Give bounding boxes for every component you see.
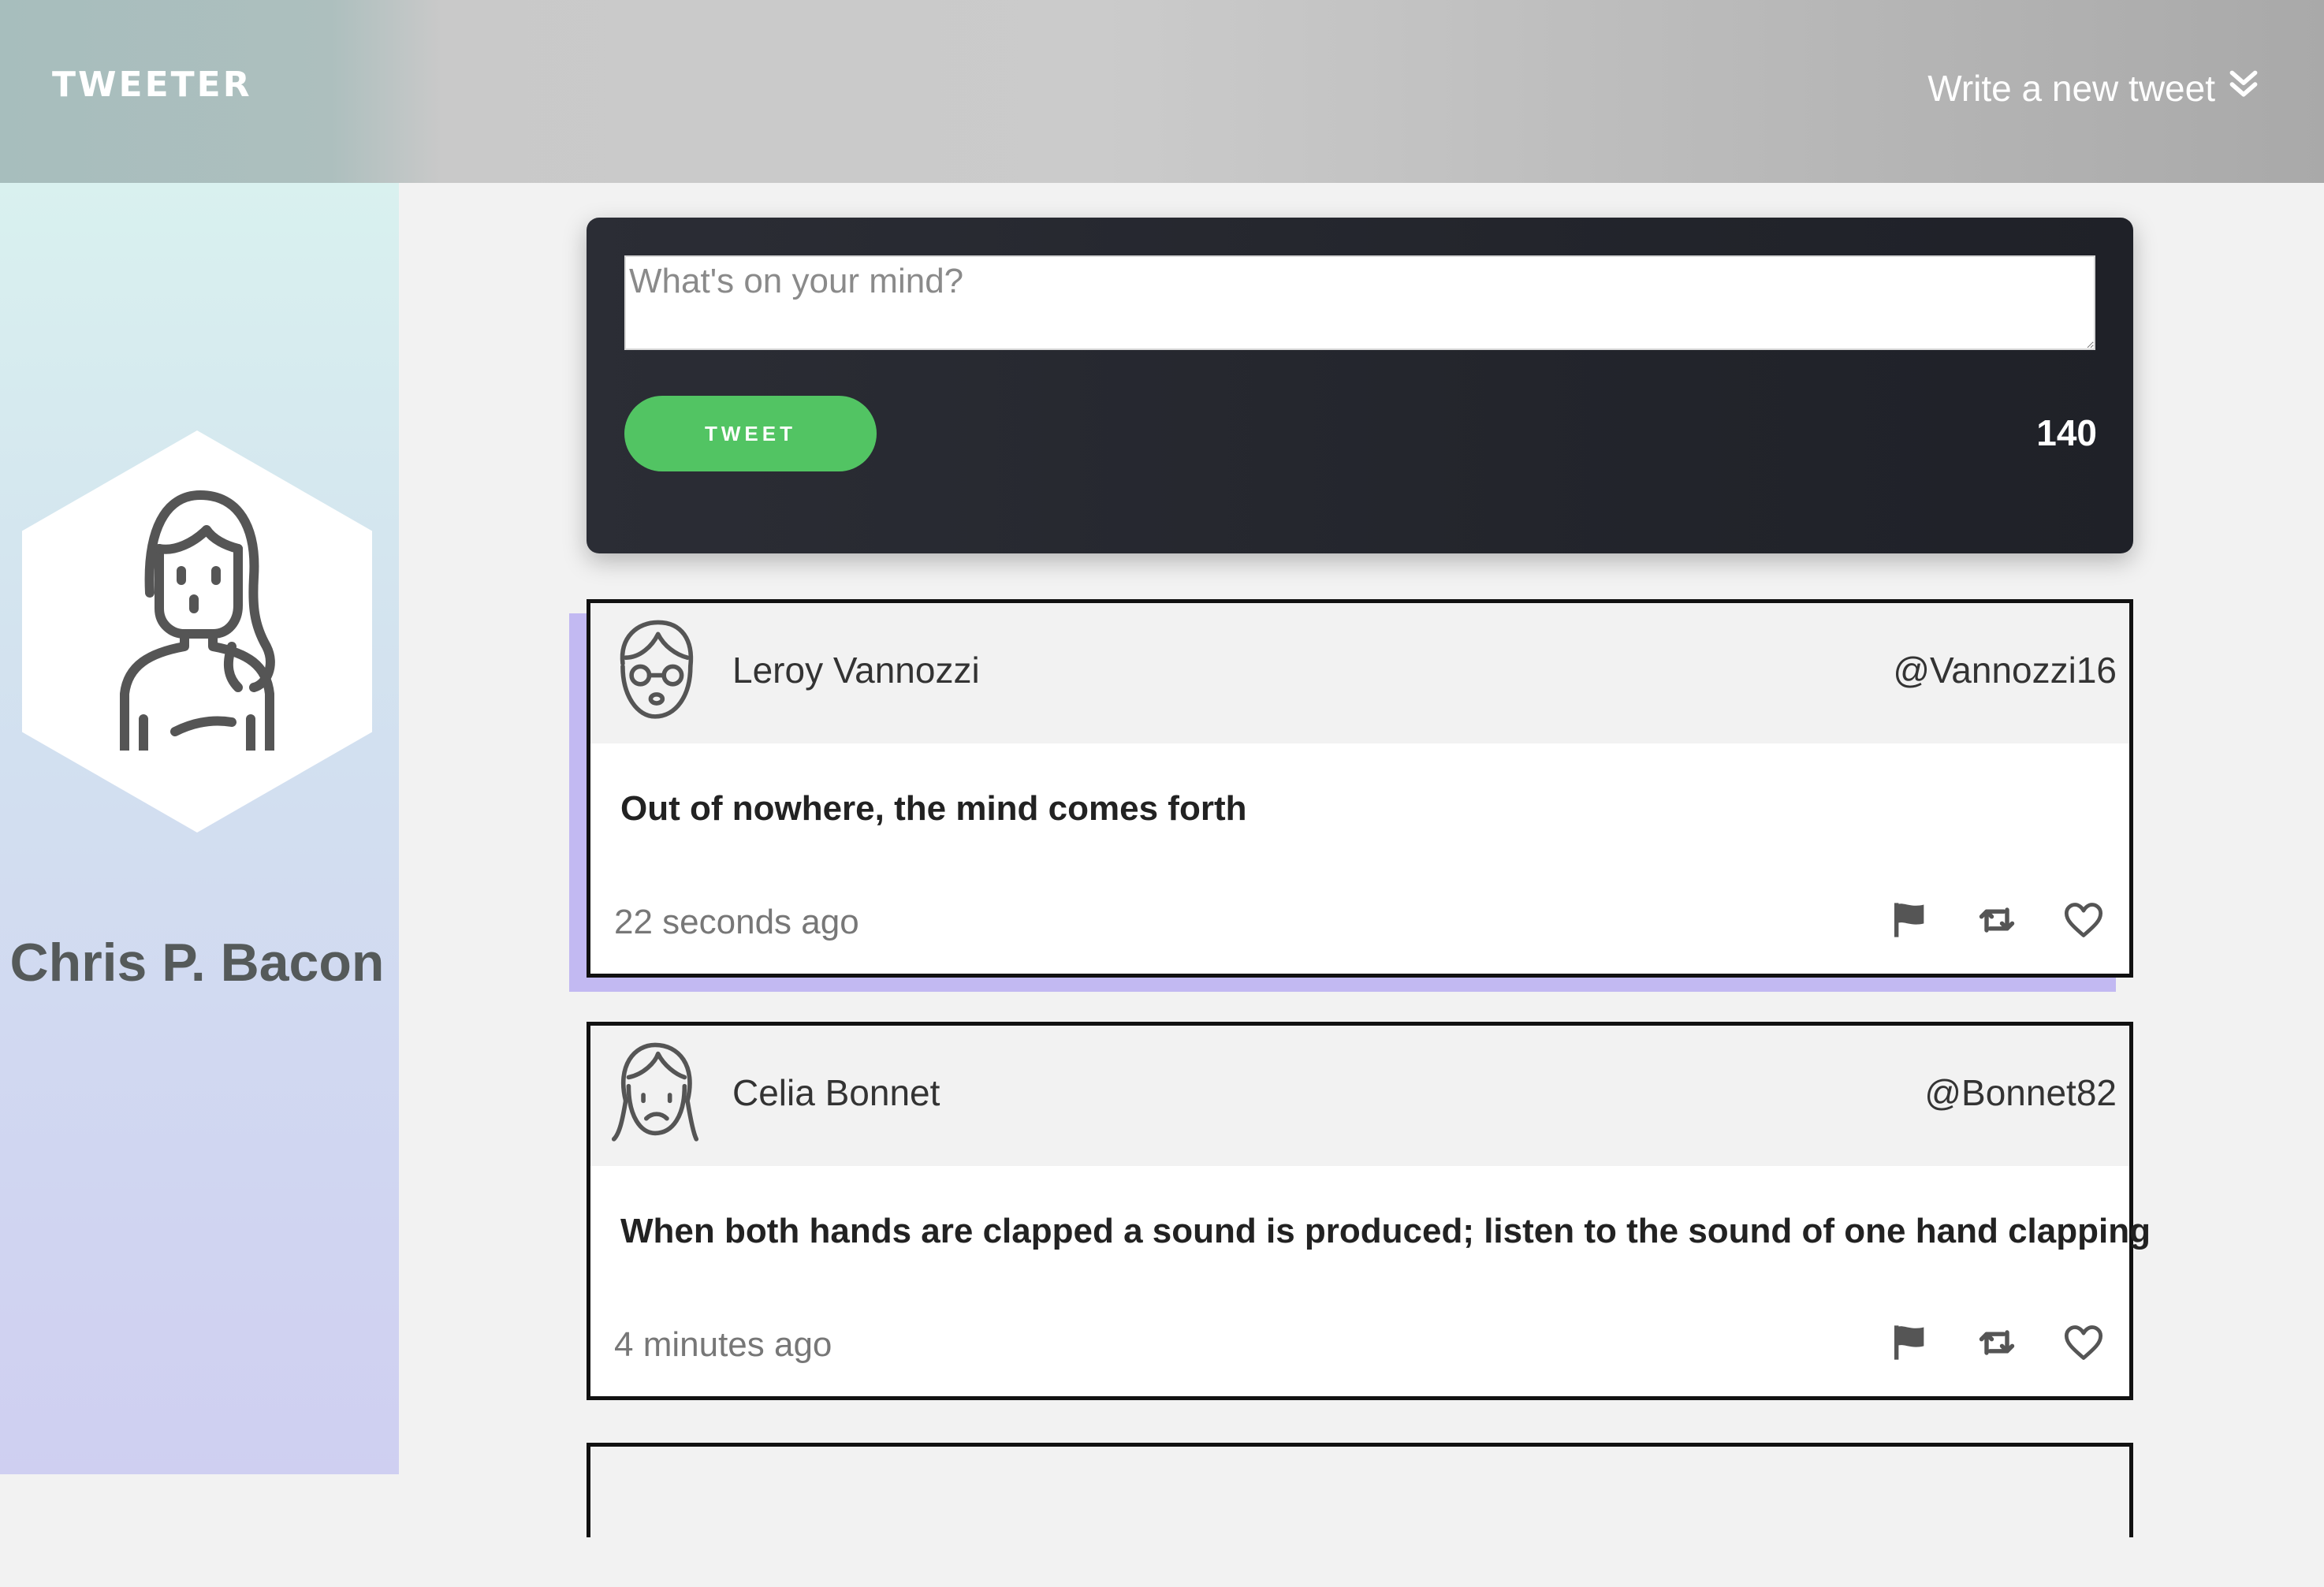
tweet-timestamp: 4 minutes ago xyxy=(614,1325,832,1364)
tweet-content: Out of nowhere, the mind comes forth xyxy=(620,789,1247,828)
tweet-actions xyxy=(1890,900,2104,941)
tweet-card: Leroy Vannozzi @Vannozzi16 Out of nowher… xyxy=(587,599,2133,978)
write-new-tweet-label: Write a new tweet xyxy=(1927,68,2215,109)
profile-sidebar: Chris P. Bacon xyxy=(0,183,399,1474)
tweet-author-name[interactable]: Celia Bonnet xyxy=(732,1071,940,1114)
tweet-author-handle[interactable]: @Vannozzi16 xyxy=(1893,649,2117,691)
retweet-icon[interactable] xyxy=(1976,900,2017,941)
character-counter: 140 xyxy=(2036,412,2097,453)
tweet-timestamp: 22 seconds ago xyxy=(614,903,859,941)
heart-icon[interactable] xyxy=(2063,1322,2104,1363)
top-nav: TWEETER Write a new tweet xyxy=(0,0,2324,183)
woman-avatar-icon xyxy=(611,1042,699,1142)
heart-icon[interactable] xyxy=(2063,900,2104,941)
profile-name: Chris P. Bacon xyxy=(9,933,385,993)
tweet-content: When both hands are clapped a sound is p… xyxy=(620,1212,2151,1250)
tweet-composer: TWEET 140 xyxy=(587,218,2133,553)
double-chevron-down-icon xyxy=(2226,66,2261,111)
tweet-actions xyxy=(1890,1322,2104,1363)
tweet-card-partial xyxy=(587,1443,2133,1587)
tweet-header: Celia Bonnet @Bonnet82 xyxy=(590,1026,2129,1166)
tweet-author-handle[interactable]: @Bonnet82 xyxy=(1924,1071,2117,1114)
retweet-icon[interactable] xyxy=(1976,1322,2017,1363)
flag-icon[interactable] xyxy=(1890,900,1931,941)
tweet-button[interactable]: TWEET xyxy=(624,396,877,471)
tweet-input[interactable] xyxy=(624,255,2095,350)
write-new-tweet-toggle[interactable]: Write a new tweet xyxy=(1927,61,2261,115)
flag-icon[interactable] xyxy=(1890,1322,1931,1363)
tweet-header: Leroy Vannozzi @Vannozzi16 xyxy=(590,603,2129,743)
brand-logo[interactable]: TWEETER xyxy=(52,65,252,105)
glasses-avatar-icon xyxy=(620,620,694,719)
tweet-card: Celia Bonnet @Bonnet82 When both hands a… xyxy=(587,1022,2151,1400)
tweet-author-name[interactable]: Leroy Vannozzi xyxy=(732,649,980,691)
user-avatar-icon xyxy=(120,490,275,751)
tweet-header xyxy=(590,1447,2129,1587)
